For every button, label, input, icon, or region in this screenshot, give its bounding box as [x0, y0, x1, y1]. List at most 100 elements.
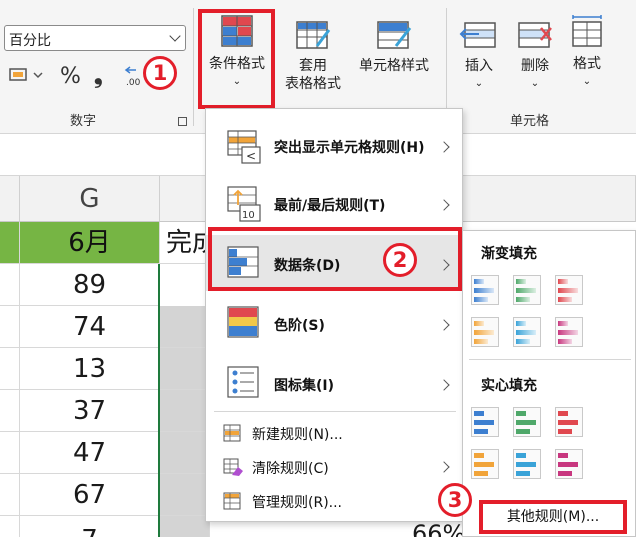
chevron-down-icon: ⌄: [474, 78, 484, 89]
selected-cell[interactable]: [160, 306, 210, 348]
gradient-green-bar-option[interactable]: [513, 275, 541, 305]
solid-cyan-bar-option[interactable]: [513, 449, 541, 479]
solid-magenta-bar-option[interactable]: [555, 449, 583, 479]
cell-styles-button[interactable]: 单元格样式: [354, 20, 434, 75]
step1-badge: 1: [143, 56, 177, 90]
top-bottom-rules-icon: 10: [227, 186, 261, 222]
gradient-blue-bar-option[interactable]: [471, 275, 499, 305]
cell[interactable]: [0, 348, 20, 390]
chevron-down-icon: [169, 30, 181, 42]
value-cell[interactable]: 47: [20, 432, 160, 474]
menu-item-label: 新建规则(N)...: [252, 427, 343, 443]
gradient-cyan-bar-option[interactable]: [513, 317, 541, 347]
solid-orange-bar-option[interactable]: [471, 449, 499, 479]
selected-cell[interactable]: [160, 474, 210, 516]
cell[interactable]: [0, 306, 20, 348]
manage-rules-icon: [223, 492, 241, 510]
step2-badge: 2: [383, 243, 417, 277]
solid-green-bar-option[interactable]: [513, 407, 541, 437]
format-button[interactable]: 格式 ⌄: [566, 14, 608, 91]
delete-label: 删除: [521, 58, 549, 74]
accounting-format-icon[interactable]: [8, 64, 48, 92]
selected-cell[interactable]: [160, 390, 210, 432]
value-cell[interactable]: 89: [20, 264, 160, 306]
menu-item-label: 最前/最后规则(T): [274, 198, 386, 214]
value-cell[interactable]: 13: [20, 348, 160, 390]
gradient-fill-heading: 渐变填充: [481, 246, 537, 262]
cell[interactable]: [0, 390, 20, 432]
clear-rules-icon: [223, 458, 243, 476]
menu-item-label: 清除规则(C): [252, 461, 329, 477]
solid-blue-bar-option[interactable]: [471, 407, 499, 437]
icon-sets-icon: [227, 366, 259, 398]
svg-text:10: 10: [242, 210, 255, 221]
menu-item-label: 图标集(I): [274, 378, 335, 394]
menu-item-manage-rules[interactable]: 管理规则(R)...: [206, 485, 462, 517]
menu-item-top-bottom-rules[interactable]: 10 最前/最后规则(T): [206, 175, 462, 231]
value-cell[interactable]: 37: [20, 390, 160, 432]
more-rules-button[interactable]: 其他规则(M)...: [479, 500, 627, 534]
format-label: 格式: [573, 56, 601, 72]
cell[interactable]: [0, 264, 20, 306]
delete-icon: [512, 20, 558, 55]
column-header-f[interactable]: [0, 176, 20, 222]
value-cell[interactable]: 67: [20, 474, 160, 516]
comma-style-button[interactable]: ❟: [94, 64, 103, 89]
svg-text:<: <: [246, 149, 256, 163]
data-bars-submenu: 渐变填充 实心填充 其他规则(M)...: [462, 230, 636, 537]
selection-border: [158, 264, 160, 537]
selected-cell[interactable]: [160, 432, 210, 474]
selected-cell[interactable]: [160, 516, 210, 537]
insert-label: 插入: [465, 58, 493, 74]
menu-item-label: 管理规则(R)...: [252, 495, 343, 511]
gradient-orange-bar-option[interactable]: [471, 317, 499, 347]
header-cell-june[interactable]: 6月: [20, 222, 160, 264]
cell-styles-label: 单元格样式: [359, 58, 429, 74]
menu-item-clear-rules[interactable]: 清除规则(C): [206, 451, 462, 483]
menu-item-label: 色阶(S): [274, 318, 325, 334]
value-cell[interactable]: 74: [20, 306, 160, 348]
column-header-g[interactable]: G: [20, 176, 160, 222]
step1-highlight: [198, 9, 275, 109]
gradient-red-bar-option[interactable]: [555, 275, 583, 305]
chevron-right-icon: [438, 319, 450, 331]
menu-separator: [214, 411, 456, 412]
partial-percent-cell: 66%: [412, 520, 466, 537]
format-as-table-icon: [276, 20, 350, 55]
chevron-right-icon: [438, 461, 450, 473]
color-scales-icon: [227, 306, 259, 338]
menu-item-highlight-rules[interactable]: < 突出显示单元格规则(H): [206, 119, 462, 175]
svg-text:.00: .00: [126, 78, 141, 88]
value-cell[interactable]: 7: [20, 516, 160, 537]
step2-highlight: [208, 227, 462, 291]
insert-button[interactable]: 插入 ⌄: [456, 20, 502, 93]
chevron-right-icon: [438, 199, 450, 211]
cell[interactable]: [0, 474, 20, 516]
chevron-right-icon: [438, 141, 450, 153]
format-as-table-button[interactable]: 套用 表格格式: [276, 20, 350, 93]
chevron-down-icon: ⌄: [530, 78, 540, 89]
number-group-label: 数字: [70, 114, 97, 129]
cell[interactable]: [0, 516, 20, 537]
percent-style-button[interactable]: %: [60, 64, 81, 89]
delete-button[interactable]: 删除 ⌄: [512, 20, 558, 93]
chevron-right-icon: [438, 379, 450, 391]
solid-red-bar-option[interactable]: [555, 407, 583, 437]
conditional-formatting-menu: < 突出显示单元格规则(H) 10 最前/最后规则(T) 数据条(D) 色阶(S…: [205, 108, 463, 522]
dialog-launcher-icon[interactable]: [178, 117, 187, 126]
submenu-separator: [469, 359, 631, 360]
cells-group-label: 单元格: [510, 114, 550, 129]
format-as-table-label-1: 套用: [299, 58, 327, 74]
menu-item-icon-sets[interactable]: 图标集(I): [206, 355, 462, 411]
cell-styles-icon: [354, 20, 434, 55]
number-format-dropdown[interactable]: 百分比: [4, 25, 186, 51]
cell[interactable]: [0, 222, 20, 264]
group-divider: [193, 8, 194, 126]
menu-item-new-rule[interactable]: 新建规则(N)...: [206, 417, 462, 449]
menu-item-color-scales[interactable]: 色阶(S): [206, 295, 462, 351]
format-icon: [566, 14, 608, 53]
gradient-magenta-bar-option[interactable]: [555, 317, 583, 347]
menu-item-label: 突出显示单元格规则(H): [274, 140, 425, 156]
cell[interactable]: [0, 432, 20, 474]
selected-cell[interactable]: [160, 348, 210, 390]
